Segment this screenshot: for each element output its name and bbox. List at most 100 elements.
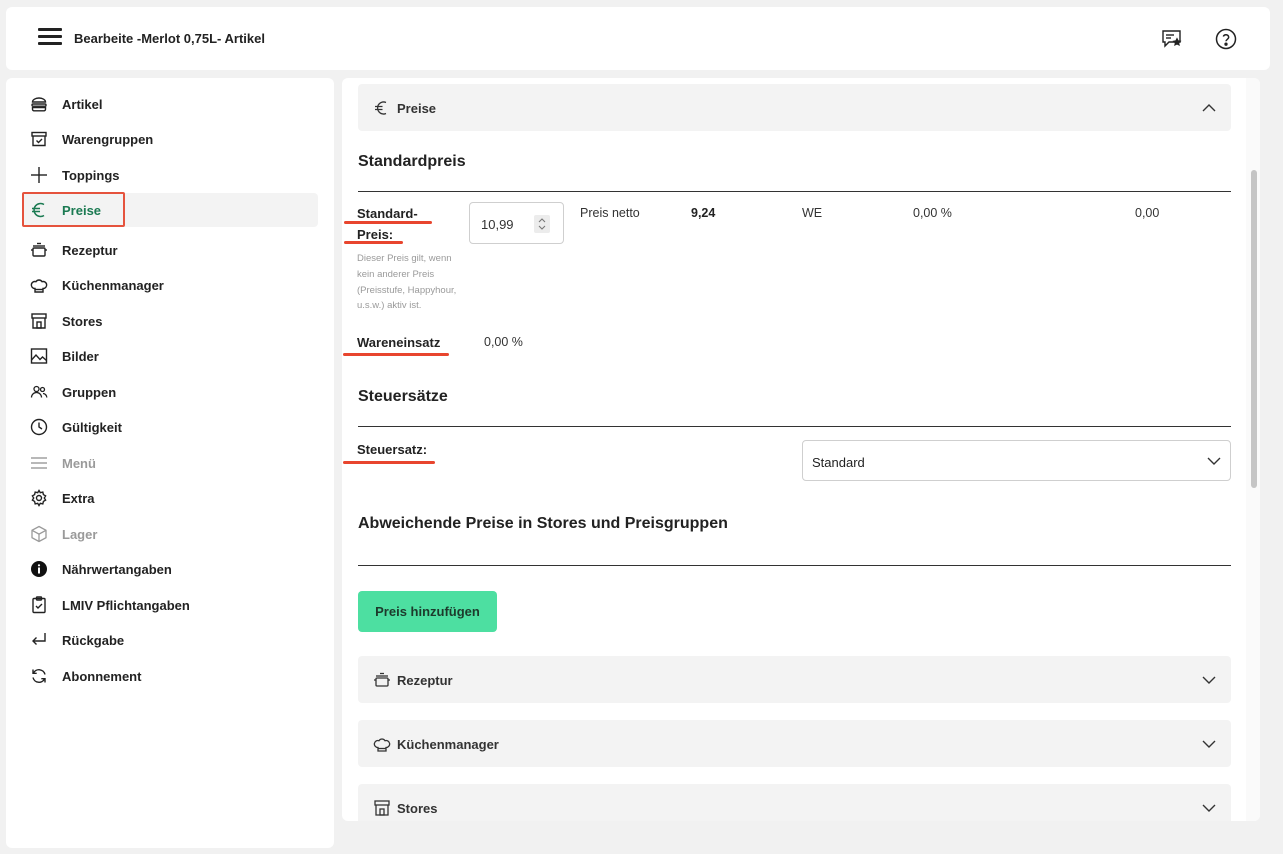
sidebar-item-label: Menü: [62, 455, 96, 471]
sidebar-item-label: Gültigkeit: [62, 419, 122, 435]
wareneinsatz-label: Wareneinsatz: [357, 335, 441, 350]
sidebar-item-menue[interactable]: Menü: [22, 446, 318, 480]
sidebar-item-abonnement[interactable]: Abonnement: [22, 659, 318, 693]
chevron-down-icon[interactable]: [1201, 672, 1217, 688]
stepper-arrows-icon: [538, 218, 546, 230]
sidebar-item-stores[interactable]: Stores: [22, 304, 318, 338]
list-icon: [31, 457, 47, 469]
sidebar-item-label: Preise: [62, 202, 102, 218]
annotation-underline: [343, 461, 435, 464]
steuersatz-selected-value: Standard: [812, 455, 865, 470]
sidebar-item-label: Lager: [62, 526, 98, 542]
preis-netto-value: 9,24: [691, 206, 716, 220]
scrollbar-thumb[interactable]: [1251, 170, 1257, 488]
chef-hat-icon: [30, 279, 48, 293]
box-check-icon: [31, 131, 47, 147]
abweichende-preise-title: Abweichende Preise in Stores und Preisgr…: [358, 515, 728, 532]
section-divider: [358, 191, 1231, 192]
sidebar-item-extra[interactable]: Extra: [22, 481, 318, 515]
sidebar-item-label: Toppings: [62, 167, 120, 183]
steuersaetze-title: Steuersätze: [358, 388, 448, 405]
sidebar-item-label: Gruppen: [62, 384, 117, 400]
section-divider: [358, 565, 1231, 566]
euro-icon: [375, 101, 387, 115]
menu-icon[interactable]: [38, 28, 62, 48]
cube-icon: [31, 525, 47, 543]
euro-icon: [32, 202, 45, 218]
sidebar-item-label: Küchenmanager: [62, 277, 164, 293]
rezeptur-accordion-label: Rezeptur: [397, 673, 453, 688]
clipboard-check-icon: [32, 596, 46, 614]
help-circle-icon[interactable]: [1214, 27, 1238, 51]
sidebar-item-label: Rezeptur: [62, 242, 118, 258]
sidebar-item-kuechenmanager[interactable]: Küchenmanager: [22, 268, 318, 302]
scrollbar[interactable]: [1246, 78, 1260, 821]
plus-icon: [31, 167, 47, 183]
feedback-star-icon[interactable]: [1160, 27, 1184, 51]
sidebar-item-warengruppen[interactable]: Warengruppen: [22, 122, 318, 156]
clock-icon: [30, 418, 48, 436]
page-title: Bearbeite -Merlot 0,75L- Artikel: [74, 31, 265, 46]
price-stepper[interactable]: [534, 215, 550, 233]
sidebar-item-toppings[interactable]: Toppings: [22, 158, 318, 192]
standardpreis-value: 10,99: [481, 217, 514, 232]
standardpreis-title: Standardpreis: [358, 153, 466, 170]
store-icon: [374, 800, 390, 816]
rezeptur-accordion-header[interactable]: Rezeptur: [358, 656, 1231, 703]
wareneinsatz-value: 0,00 %: [484, 335, 523, 349]
users-icon: [30, 385, 48, 398]
sidebar-item-label: LMIV Pflichtangaben: [62, 597, 190, 613]
sidebar-item-gruppen[interactable]: Gruppen: [22, 375, 318, 409]
burger-stack-icon: [31, 97, 47, 112]
info-filled-icon: [31, 561, 47, 577]
sidebar-item-lager[interactable]: Lager: [22, 517, 318, 551]
sidebar-item-label: Artikel: [62, 96, 103, 112]
sidebar-item-lmiv[interactable]: LMIV Pflichtangaben: [22, 588, 318, 622]
sidebar-item-preise[interactable]: Preise: [22, 193, 318, 227]
we-value: 0,00: [1135, 206, 1160, 220]
annotation-underline: [344, 221, 432, 224]
chevron-down-icon: [1207, 457, 1221, 465]
sidebar-item-rueckgabe[interactable]: Rückgabe: [22, 623, 318, 657]
sidebar-item-rezeptur[interactable]: Rezeptur: [22, 233, 318, 267]
steuersatz-select[interactable]: Standard: [802, 440, 1231, 481]
steuersatz-label: Steuersatz:: [357, 442, 428, 457]
chevron-down-icon[interactable]: [1201, 736, 1217, 752]
standardpreis-label-line1: Standard-: [357, 206, 418, 221]
image-icon: [30, 348, 48, 364]
kuechenmanager-accordion-label: Küchenmanager: [397, 737, 499, 752]
sidebar-item-bilder[interactable]: Bilder: [22, 339, 318, 373]
annotation-underline: [343, 353, 449, 356]
sidebar-item-label: Abonnement: [62, 668, 142, 684]
store-icon: [31, 313, 47, 329]
preise-accordion-label: Preise: [397, 101, 437, 116]
chevron-down-icon[interactable]: [1201, 800, 1217, 816]
we-label: WE: [802, 206, 823, 220]
preise-accordion-header[interactable]: Preise: [358, 84, 1231, 131]
top-bar: Bearbeite -Merlot 0,75L- Artikel: [6, 7, 1270, 70]
sidebar-item-label: Rückgabe: [62, 632, 125, 648]
sidebar-item-label: Warengruppen: [62, 131, 154, 147]
we-percent: 0,00 %: [913, 206, 952, 220]
sidebar-item-naehrwertangaben[interactable]: Nährwertangaben: [22, 552, 318, 586]
pot-icon: [374, 672, 390, 687]
stores-accordion-label: Stores: [397, 801, 438, 816]
sidebar-item-gueltigkeit[interactable]: Gültigkeit: [22, 410, 318, 444]
section-divider: [358, 426, 1231, 427]
sidebar-item-label: Bilder: [62, 348, 99, 364]
annotation-underline: [344, 241, 403, 244]
sidebar: Artikel Warengruppen Toppings Preise Rez…: [6, 78, 334, 848]
kuechenmanager-accordion-header[interactable]: Küchenmanager: [358, 720, 1231, 767]
chevron-up-icon[interactable]: [1201, 100, 1217, 116]
sidebar-item-label: Nährwertangaben: [62, 561, 172, 577]
stores-accordion-header[interactable]: Stores: [358, 784, 1231, 821]
standardpreis-hint: Dieser Preis gilt, wenn kein anderer Pre…: [357, 253, 457, 312]
add-price-button[interactable]: Preis hinzufügen: [358, 591, 497, 632]
gear-icon: [31, 489, 47, 507]
standardpreis-input[interactable]: 10,99: [469, 202, 564, 244]
refresh-icon: [32, 669, 46, 683]
sidebar-item-artikel[interactable]: Artikel: [22, 87, 318, 121]
standardpreis-label-line2: Preis:: [357, 227, 394, 242]
preis-netto-label: Preis netto: [580, 206, 640, 220]
main-content: Preise Standardpreis Standard- Preis: Di…: [342, 78, 1260, 821]
